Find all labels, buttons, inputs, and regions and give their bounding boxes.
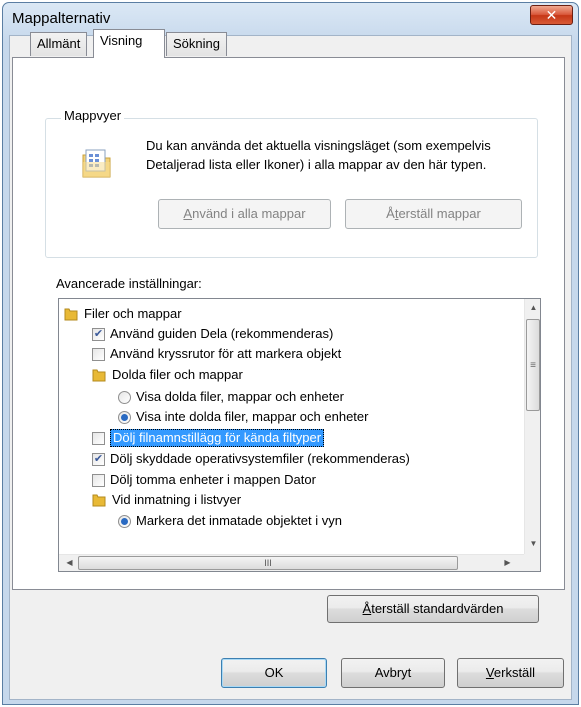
title-bar[interactable]: Mappalternativ ✕ [3, 3, 578, 35]
cancel-label: Avbryt [374, 665, 412, 680]
tab-search-label: Sökning [173, 36, 220, 51]
tree-item-label: Filer och mappar [84, 306, 182, 321]
tree-item-label: Dölj tomma enheter i mappen Dator [110, 472, 316, 487]
folder-views-group-label: Mappvyer [61, 108, 125, 123]
tree-radio-select-typed-item[interactable]: Markera det inmatade objektet i vyn [118, 511, 342, 531]
tree-folder-files-and-folders[interactable]: Filer och mappar [64, 304, 182, 324]
tree-item-label: Dolda filer och mappar [112, 367, 243, 382]
tree-checkbox-hide-protected-os-files[interactable]: ✔ Dölj skyddade operativsystemfiler (rek… [92, 449, 410, 469]
scroll-down-arrow-icon[interactable]: ▼ [525, 539, 540, 548]
tab-general[interactable]: Allmänt [30, 32, 88, 56]
tree-item-label: Markera det inmatade objektet i vyn [136, 513, 342, 528]
ok-label: OK [264, 665, 284, 680]
cancel-button[interactable]: Avbryt [341, 658, 445, 688]
close-button[interactable]: ✕ [530, 5, 573, 25]
tree-item-label: Använd guiden Dela (rekommenderas) [110, 326, 334, 341]
checkbox-unchecked-icon[interactable] [92, 473, 105, 487]
tree-item-label: Använd kryssrutor för att markera objekt [110, 346, 342, 361]
reset-folders-button[interactable]: Återställ mappar [345, 199, 522, 229]
tree-item-label: Dölj skyddade operativsystemfiler (rekom… [110, 451, 410, 466]
tab-search[interactable]: Sökning [166, 32, 227, 56]
radio-checked-icon[interactable] [118, 410, 131, 424]
tree-radio-show-hidden[interactable]: Visa dolda filer, mappar och enheter [118, 387, 344, 407]
hscroll-grip-icon: III [264, 558, 272, 568]
tree-checkbox-select-items[interactable]: Använd kryssrutor för att markera objekt [92, 344, 341, 364]
apply-button[interactable]: Verkställ [457, 658, 564, 688]
tree-item-label: Visa inte dolda filer, mappar och enhete… [136, 409, 369, 424]
checkbox-checked-icon[interactable]: ✔ [92, 327, 105, 341]
tab-view-label: Visning [100, 33, 143, 48]
tree-item-label: Vid inmatning i listvyer [112, 492, 242, 507]
scroll-grip-icon: ≡ [530, 359, 536, 371]
folder-icon [92, 369, 106, 382]
reset-folders-label: Återställ mappar [386, 206, 481, 221]
advanced-settings-label: Avancerade inställningar: [56, 276, 202, 291]
advanced-settings-tree[interactable]: Filer och mappar ✔ Använd guiden Dela (r… [58, 298, 541, 572]
vertical-scroll-thumb[interactable]: ≡ [526, 319, 540, 411]
apply-to-all-folders-button[interactable]: Använd i alla mappar [158, 199, 331, 229]
scroll-up-arrow-icon[interactable]: ▲ [525, 303, 540, 312]
folder-icon [64, 308, 78, 321]
tree-item-label-selected: Dölj filnamnstillägg för kända filtyper [110, 429, 325, 447]
folder-views-description: Du kan använda det aktuella visningsläge… [146, 138, 491, 172]
folder-icon [92, 494, 106, 507]
vertical-scrollbar[interactable]: ▲ ≡ ▼ [524, 299, 540, 554]
apply-label: Verkställ [485, 665, 536, 680]
tab-view[interactable]: Visning [93, 29, 165, 58]
tree-folder-typing-in-list-view[interactable]: Vid inmatning i listvyer [92, 490, 241, 510]
checkbox-checked-icon[interactable]: ✔ [92, 452, 105, 466]
tree-checkbox-hide-extensions[interactable]: Dölj filnamnstillägg för kända filtyper [92, 428, 325, 448]
horizontal-scrollbar[interactable]: ◀ III ▶ [59, 554, 524, 571]
reset-defaults-button[interactable]: Återställ standardvärden [327, 595, 539, 623]
close-icon: ✕ [545, 6, 558, 23]
scroll-left-arrow-icon[interactable]: ◀ [61, 558, 78, 567]
folder-view-icon [82, 149, 111, 178]
tree-item-label: Visa dolda filer, mappar och enheter [136, 389, 344, 404]
tree-folder-hidden-files[interactable]: Dolda filer och mappar [92, 365, 243, 385]
tree-radio-dont-show-hidden[interactable]: Visa inte dolda filer, mappar och enhete… [118, 407, 368, 427]
window-title: Mappalternativ [12, 10, 111, 27]
horizontal-scroll-thumb[interactable]: III [78, 556, 458, 570]
tree-checkbox-hide-empty-drives[interactable]: Dölj tomma enheter i mappen Dator [92, 470, 316, 490]
ok-button[interactable]: OK [221, 658, 327, 688]
apply-to-all-folders-label: Använd i alla mappar [183, 206, 306, 221]
radio-checked-icon[interactable] [118, 514, 131, 528]
radio-unchecked-icon[interactable] [118, 390, 131, 404]
scroll-right-arrow-icon[interactable]: ▶ [499, 558, 516, 567]
scrollbar-corner [524, 554, 540, 571]
tab-general-label: Allmänt [37, 36, 81, 51]
checkbox-unchecked-icon[interactable] [92, 431, 105, 445]
reset-defaults-label: Återställ standardvärden [362, 601, 504, 616]
checkbox-unchecked-icon[interactable] [92, 347, 105, 361]
tree-checkbox-sharing-wizard[interactable]: ✔ Använd guiden Dela (rekommenderas) [92, 324, 333, 344]
